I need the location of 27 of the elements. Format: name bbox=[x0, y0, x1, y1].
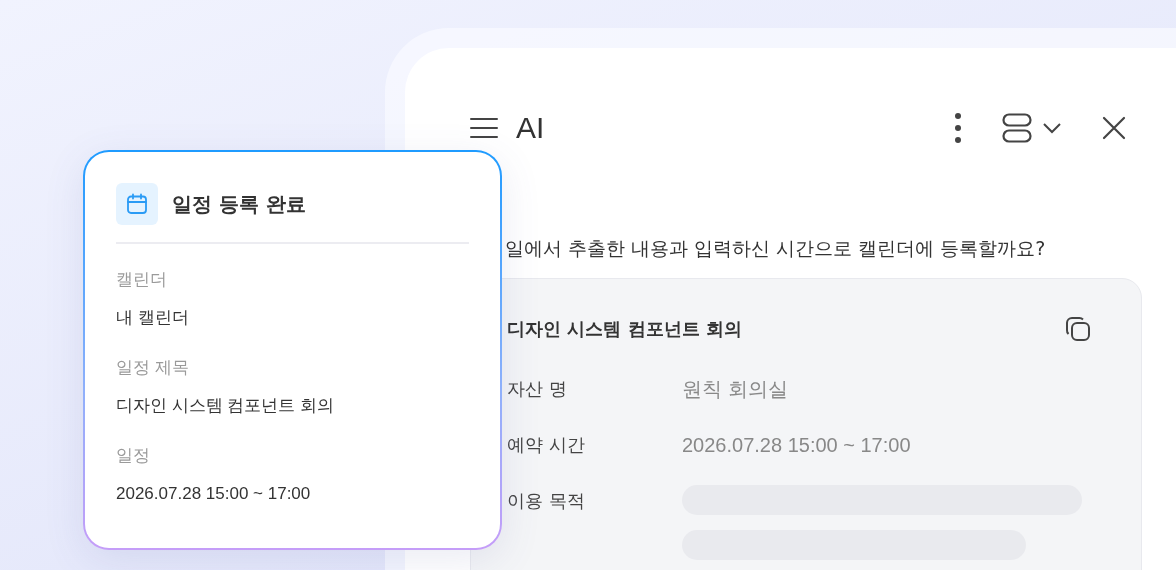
row-label: 예약 시간 bbox=[507, 433, 586, 457]
field-label: 캘린더 bbox=[116, 268, 168, 291]
row-label: 이용 목적 bbox=[507, 489, 586, 513]
field-label: 일정 bbox=[116, 444, 151, 467]
card-title: 디자인 시스템 컴포넌트 회의 bbox=[507, 317, 743, 341]
calendar-icon bbox=[126, 193, 148, 215]
field-label: 일정 제목 bbox=[116, 356, 191, 379]
layout-icon bbox=[1002, 113, 1032, 143]
layout-button[interactable] bbox=[1002, 113, 1062, 143]
menu-icon bbox=[470, 117, 498, 139]
row-label: 자산 명 bbox=[507, 377, 568, 401]
field-value: 내 캘린더 bbox=[116, 307, 190, 329]
panel-title: AI bbox=[516, 111, 546, 145]
chevron-down-icon bbox=[1042, 122, 1062, 134]
menu-button[interactable] bbox=[470, 117, 498, 139]
field-value: 2026.07.28 15:00 ~ 17:00 bbox=[116, 483, 312, 505]
close-icon bbox=[1102, 116, 1126, 140]
row-value: 2026.07.28 15:00 ~ 17:00 bbox=[682, 433, 911, 458]
card-title: 일정 등록 완료 bbox=[172, 190, 306, 218]
more-button[interactable] bbox=[954, 113, 962, 143]
more-icon bbox=[954, 113, 962, 143]
question-text: 일에서 추출한 내용과 입력하신 시간으로 캘린더에 등록할까요? bbox=[504, 236, 1047, 261]
copy-icon bbox=[1065, 316, 1091, 342]
copy-button[interactable] bbox=[1065, 316, 1091, 342]
row-value: 원칙 회의실 bbox=[682, 377, 788, 402]
close-button[interactable] bbox=[1102, 116, 1126, 140]
field-value: 디자인 시스템 컴포넌트 회의 bbox=[116, 395, 336, 417]
